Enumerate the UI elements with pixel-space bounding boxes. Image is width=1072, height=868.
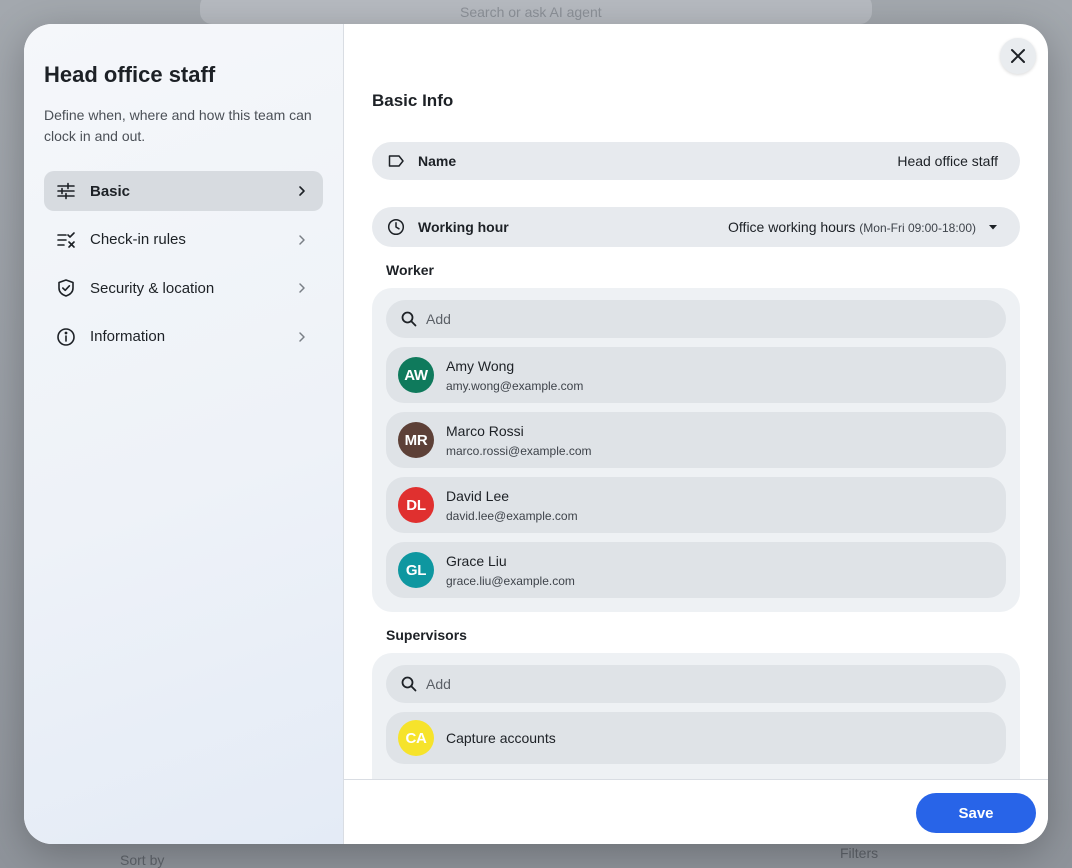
worker-email: marco.rossi@example.com (446, 443, 592, 458)
checklist-icon (56, 230, 76, 250)
nav-item-security-location[interactable]: Security & location (44, 268, 323, 308)
working-hour-value: Office working hours (Mon-Fri 09:00-18:0… (728, 219, 976, 235)
close-icon (1011, 49, 1025, 63)
worker-info: Grace Liu grace.liu@example.com (446, 553, 575, 588)
worker-info: Marco Rossi marco.rossi@example.com (446, 423, 592, 458)
supervisor-item[interactable]: CA Capture accounts (386, 712, 1006, 764)
working-hour-selected: Office working hours (728, 219, 856, 235)
worker-name: Grace Liu (446, 552, 507, 569)
worker-name: Marco Rossi (446, 422, 524, 439)
worker-info: David Lee david.lee@example.com (446, 488, 578, 523)
settings-nav: Basic Check-in rules Security & location… (44, 171, 323, 365)
worker-email: grace.liu@example.com (446, 573, 575, 588)
modal-footer: Save (344, 779, 1048, 844)
team-title: Head office staff (44, 62, 216, 87)
worker-item[interactable]: AW Amy Wong amy.wong@example.com (386, 347, 1006, 403)
supervisor-info: Capture accounts (446, 730, 556, 746)
working-hour-detail: (Mon-Fri 09:00-18:00) (859, 221, 976, 235)
modal-sidebar: Head office staff Define when, where and… (24, 24, 344, 844)
tag-icon (386, 151, 406, 171)
chevron-right-icon (299, 186, 305, 196)
worker-search-input[interactable] (426, 311, 946, 327)
name-field-label: Name (418, 153, 457, 169)
nav-label-security-location: Security & location (90, 279, 215, 297)
supervisors-label: Supervisors (386, 627, 467, 643)
backdrop-sort-label: Sort by (120, 852, 165, 868)
backdrop-search-placeholder: Search or ask AI agent (460, 4, 602, 20)
worker-item[interactable]: MR Marco Rossi marco.rossi@example.com (386, 412, 1006, 468)
supervisor-search[interactable] (386, 665, 1006, 703)
clock-icon (386, 217, 406, 237)
worker-search[interactable] (386, 300, 1006, 338)
nav-item-information[interactable]: Information (44, 317, 323, 357)
save-button[interactable]: Save (916, 793, 1036, 833)
chevron-right-icon (299, 332, 305, 342)
worker-label: Worker (386, 262, 434, 278)
supervisor-name: Capture accounts (446, 730, 556, 746)
caret-down-icon (989, 225, 997, 230)
nav-label-basic: Basic (90, 182, 131, 200)
team-description: Define when, where and how this team can… (44, 107, 312, 144)
nav-label-check-in-rules: Check-in rules (90, 231, 186, 249)
name-field[interactable]: Name Head office staff (372, 142, 1020, 180)
sliders-icon (56, 181, 76, 201)
worker-name: David Lee (446, 487, 510, 504)
chevron-right-icon (299, 283, 305, 293)
search-icon (401, 676, 417, 692)
worker-email: david.lee@example.com (446, 508, 578, 523)
search-icon (401, 311, 417, 327)
backdrop-search: Search or ask AI agent (200, 0, 872, 24)
worker-info: Amy Wong amy.wong@example.com (446, 358, 583, 393)
avatar: DL (398, 487, 434, 523)
nav-label-information: Information (90, 328, 166, 346)
info-icon (56, 327, 76, 347)
close-button[interactable] (1000, 38, 1036, 74)
working-hour-select[interactable]: Working hour Office working hours (Mon-F… (372, 207, 1020, 247)
worker-panel: AW Amy Wong amy.wong@example.com MR Marc… (372, 288, 1020, 612)
worker-email: amy.wong@example.com (446, 378, 584, 393)
team-settings-modal: Head office staff Define when, where and… (24, 24, 1048, 844)
avatar: MR (398, 422, 434, 458)
worker-item[interactable]: DL David Lee david.lee@example.com (386, 477, 1006, 533)
backdrop-filters-label: Filters (840, 845, 879, 861)
worker-item[interactable]: GL Grace Liu grace.liu@example.com (386, 542, 1006, 598)
nav-item-check-in-rules[interactable]: Check-in rules (44, 220, 323, 260)
avatar: AW (398, 357, 434, 393)
avatar: GL (398, 552, 434, 588)
section-title: Basic Info (372, 91, 454, 110)
worker-name: Amy Wong (446, 357, 515, 374)
chevron-right-icon (299, 234, 305, 245)
shield-check-icon (56, 278, 76, 298)
nav-item-basic[interactable]: Basic (44, 171, 323, 211)
avatar: CA (398, 720, 434, 756)
supervisor-search-input[interactable] (426, 676, 946, 692)
working-hour-label: Working hour (418, 219, 509, 235)
modal-main: Basic Info Name Head office staff Workin… (344, 24, 1048, 813)
name-field-value: Head office staff (897, 153, 998, 169)
